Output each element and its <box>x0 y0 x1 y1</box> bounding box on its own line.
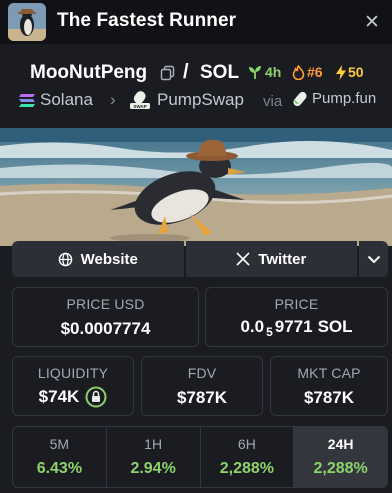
chevron-right-icon: › <box>110 90 116 109</box>
fdv-card: FDV $787K <box>141 356 263 416</box>
price-native-digits: 9771 <box>274 317 313 336</box>
tab-1h[interactable]: 1H 2.94% <box>107 427 201 487</box>
launchpad-label: Pump.fun <box>312 90 377 107</box>
price-usd-card: PRICE USD $0.0007774 <box>12 287 199 347</box>
via-label: via <box>263 93 283 110</box>
market-cap-card: MKT CAP $787K <box>270 356 388 416</box>
flame-icon <box>292 64 305 80</box>
seedling-icon <box>249 65 261 79</box>
age-value: 4h <box>265 64 282 80</box>
market-cap-value: $787K <box>303 388 355 407</box>
liquidity-card: LIQUIDITY $74K <box>12 356 134 416</box>
age-badge: 4h <box>247 64 281 80</box>
more-links-button[interactable] <box>359 241 388 277</box>
solana-icon <box>19 93 35 107</box>
svg-text:SWAP: SWAP <box>133 104 146 109</box>
tab-label: 5M <box>49 436 70 452</box>
tab-label: 1H <box>144 436 163 452</box>
website-label: Website <box>80 250 138 268</box>
price-change-value: 2,288% <box>219 460 274 477</box>
price-change-value: 2.94% <box>130 460 176 477</box>
price-native-unit: SOL <box>317 317 353 336</box>
token-banner-image <box>0 128 392 246</box>
chain-label: Solana <box>40 90 93 109</box>
pair-separator: / <box>183 61 189 83</box>
top-bar: The Fastest Runner ✕ <box>0 0 392 44</box>
liquidity-value: $74K <box>38 387 80 406</box>
fdv-value: $787K <box>176 388 228 407</box>
boost-value: 50 <box>348 64 364 80</box>
trending-rank-badge[interactable]: #6 <box>292 64 323 80</box>
website-button[interactable]: Website <box>12 241 184 277</box>
price-change-value: 2,288% <box>313 460 368 477</box>
token-name: MooNutPeng <box>30 62 148 83</box>
chain-solana[interactable]: Solana <box>18 90 93 110</box>
chain-info: Solana › SWAP PumpSwap via Pump.fun <box>0 90 392 114</box>
pair-header: MooNutPeng / SOL 4h #6 50 <box>0 58 392 88</box>
liquidity-label: LIQUIDITY <box>37 365 109 381</box>
price-native-value: 0.0 5 9771 SOL <box>206 317 387 339</box>
price-usd-value: $0.0007774 <box>60 319 151 338</box>
tab-label: 24H <box>327 436 354 452</box>
page-title: The Fastest Runner <box>57 10 237 31</box>
price-native-zero-count: 5 <box>266 325 273 339</box>
tab-5m[interactable]: 5M 6.43% <box>13 427 107 487</box>
tab-label: 6H <box>237 436 256 452</box>
rank-value: #6 <box>307 64 323 80</box>
dex-pumpswap[interactable]: SWAP PumpSwap <box>129 90 244 110</box>
token-avatar <box>8 3 46 41</box>
market-cap-label: MKT CAP <box>297 365 361 381</box>
copy-icon[interactable] <box>160 65 176 81</box>
pumpswap-icon: SWAP <box>130 91 150 109</box>
social-links: Website Twitter <box>12 241 388 277</box>
globe-icon <box>58 252 72 266</box>
dex-label: PumpSwap <box>157 90 244 109</box>
twitter-button[interactable]: Twitter <box>185 241 358 277</box>
pill-icon <box>293 91 307 106</box>
fdv-label: FDV <box>187 365 217 381</box>
x-logo-icon <box>236 252 250 266</box>
price-change-tabs: 5M 6.43% 1H 2.94% 6H 2,288% 24H 2,288% <box>12 426 388 488</box>
price-usd-label: PRICE USD <box>66 296 145 312</box>
price-change-value: 6.43% <box>36 460 83 477</box>
liquidity-value-row: $74K <box>13 386 133 408</box>
close-icon[interactable]: ✕ <box>358 8 386 36</box>
launchpad-pumpfun[interactable]: Pump.fun <box>292 90 376 107</box>
quote-token: SOL <box>200 62 240 83</box>
tab-24h[interactable]: 24H 2,288% <box>294 427 387 487</box>
price-native-label: PRICE <box>274 296 319 312</box>
price-native-prefix: 0.0 <box>240 317 265 336</box>
chevron-down-icon <box>367 255 380 263</box>
boost-badge[interactable]: 50 <box>335 64 364 80</box>
twitter-label: Twitter <box>258 250 307 268</box>
lightning-icon <box>336 64 346 80</box>
price-native-card: PRICE 0.0 5 9771 SOL <box>205 287 388 347</box>
lock-icon[interactable] <box>85 386 107 408</box>
tab-6h[interactable]: 6H 2,288% <box>201 427 295 487</box>
